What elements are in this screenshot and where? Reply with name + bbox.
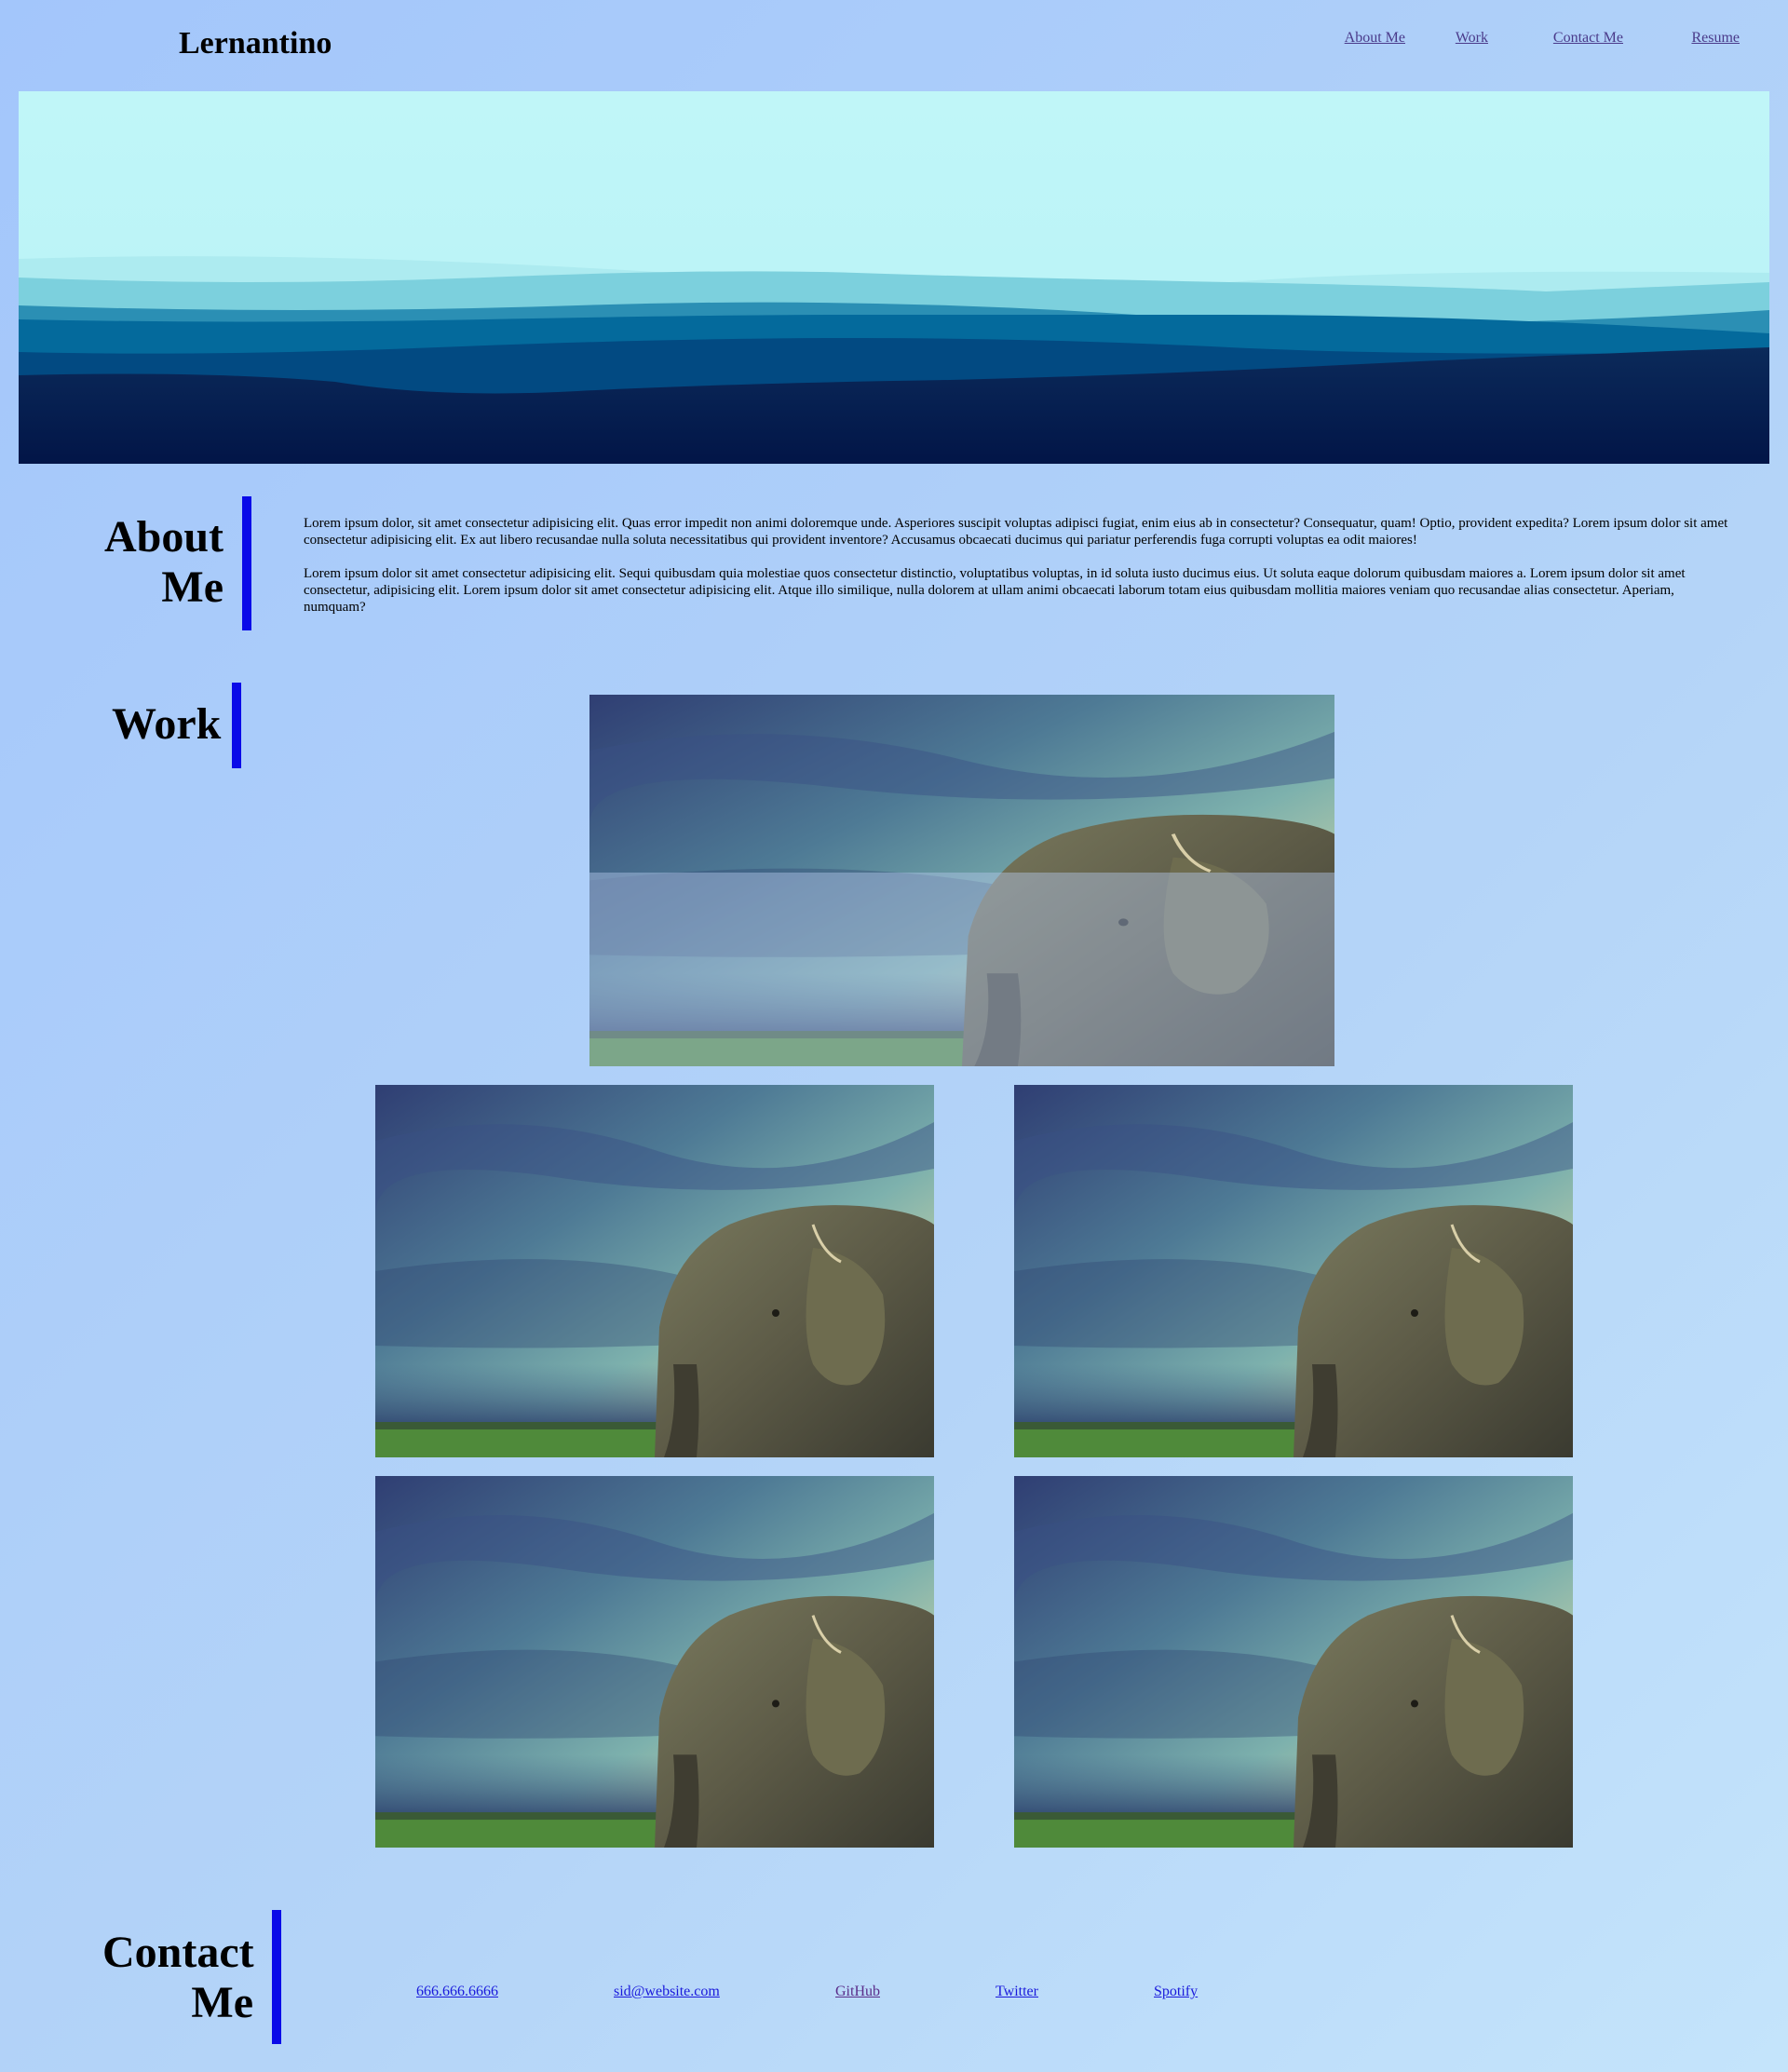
elephant-photo — [375, 1476, 934, 1848]
about-paragraph: Lorem ipsum dolor, sit amet consectetur … — [304, 516, 1728, 548]
work-image[interactable] — [1014, 1085, 1573, 1457]
contact-accent-bar — [272, 1910, 281, 2044]
nav-about-me[interactable]: About Me — [1345, 30, 1405, 47]
contact-heading: Contact Me — [102, 1928, 254, 2028]
contact-twitter-link[interactable]: Twitter — [996, 1984, 1038, 2000]
work-accent-bar — [232, 683, 241, 768]
contact-github-link[interactable]: GitHub — [835, 1984, 880, 2000]
site-header: Lernantino About Me Work Contact Me Resu… — [0, 0, 1788, 91]
contact-spotify-link[interactable]: Spotify — [1154, 1984, 1198, 2000]
site-title: Lernantino — [179, 26, 332, 61]
work-featured-image[interactable] — [589, 695, 1334, 1066]
nav-resume[interactable]: Resume — [1691, 30, 1740, 47]
about-text: Lorem ipsum dolor, sit amet consectetur … — [304, 515, 1728, 632]
about-heading-line2: Me — [161, 562, 224, 612]
about-heading-line1: About — [103, 512, 224, 562]
contact-heading-line1: Contact — [102, 1928, 254, 1977]
work-image[interactable] — [375, 1085, 934, 1457]
hero-image — [19, 91, 1769, 464]
nav-contact-me[interactable]: Contact Me — [1553, 30, 1623, 47]
contact-phone-link[interactable]: 666.666.6666 — [416, 1984, 498, 2000]
about-heading: About Me — [102, 512, 224, 613]
about-accent-bar — [242, 496, 251, 630]
elephant-photo — [375, 1085, 934, 1457]
contact-links: 666.666.6666 sid@website.com GitHub Twit… — [0, 1984, 1788, 2002]
image-caption-overlay — [589, 873, 1334, 1066]
about-paragraph: Lorem ipsum dolor sit amet consectetur a… — [304, 566, 1686, 615]
work-image[interactable] — [1014, 1476, 1573, 1848]
elephant-photo — [1014, 1085, 1573, 1457]
nav-work[interactable]: Work — [1456, 30, 1488, 47]
work-heading: Work — [112, 699, 222, 749]
work-image[interactable] — [375, 1476, 934, 1848]
elephant-photo — [1014, 1476, 1573, 1848]
contact-email-link[interactable]: sid@website.com — [614, 1984, 720, 2000]
